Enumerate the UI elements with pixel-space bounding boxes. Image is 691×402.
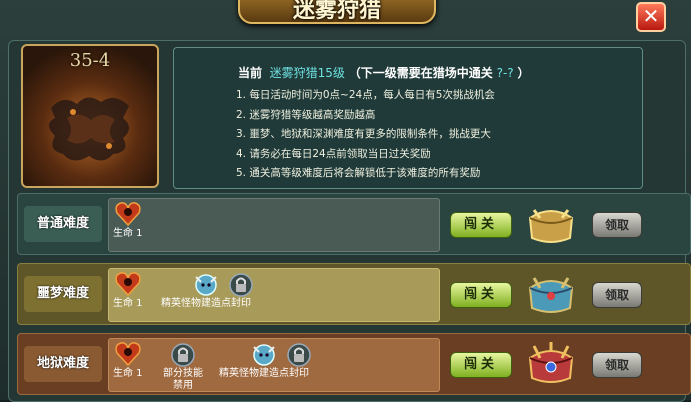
- rule-item: 1. 每日活动时间为0点~24点，每人每日有5次挑战机会: [236, 89, 495, 101]
- info-box: 当前 迷雾狩猎15级 （下一级需要在猎场中通关 ?-? ） 1. 每日活动时间为…: [173, 47, 643, 189]
- claim-button[interactable]: 领取: [592, 352, 642, 378]
- condition-item: [285, 341, 313, 368]
- rule-item: 2. 迷雾狩猎等级越高奖励越高: [236, 108, 376, 121]
- lock-icon: [229, 273, 253, 297]
- condition-item: 生命 1: [113, 271, 143, 310]
- condition-item: [227, 271, 255, 298]
- stage-thumbnail: 35-4: [21, 44, 159, 188]
- close-button[interactable]: ✕: [636, 2, 666, 32]
- close-icon: ✕: [642, 4, 660, 28]
- rule-item: 4. 请务必在每日24点前领取当日过关奖励: [236, 147, 431, 160]
- heart-demon-icon: [115, 202, 141, 227]
- current-mode: 迷雾狩猎15级: [269, 66, 345, 80]
- condition-area: 生命 1 部分技能禁用 精英怪物建造点封印: [108, 338, 440, 392]
- claim-button[interactable]: 领取: [592, 282, 642, 308]
- challenge-button[interactable]: 闯关: [450, 282, 512, 308]
- lock-icon: [287, 343, 311, 367]
- heart-demon-icon: [115, 272, 141, 297]
- title-banner: 迷雾狩猎: [238, 0, 436, 24]
- blue-chest-icon: [528, 277, 574, 313]
- current-label: 当前: [238, 66, 263, 80]
- rule-item: 3. 噩梦、地狱和深渊难度有更多的限制条件，挑战更大: [236, 128, 491, 140]
- stage-label: 35-4: [69, 50, 111, 71]
- condition-area: 生命 1 精英怪物建造点封印: [108, 268, 440, 322]
- current-level-line: 当前 迷雾狩猎15级 （下一级需要在猎场中通关 ?-? ）: [238, 64, 530, 81]
- difficulty-row-normal: 普通难度 生命 1 闯关 领取: [17, 193, 691, 255]
- condition-item: 部分技能禁用: [161, 341, 205, 392]
- game-window: 迷雾狩猎 ✕ 35-4 当前 迷雾狩猎15级 （下一级需要在猎场中通关 ?-? …: [0, 0, 691, 402]
- elite-monster-icon: [253, 344, 275, 366]
- rule-item: 5. 通关高等级难度后将会解锁低于该难度的所有奖励: [236, 167, 481, 179]
- difficulty-row-nightmare: 噩梦难度 生命 1 精英怪物建造点封印 闯关 领取: [17, 263, 691, 325]
- condition-area: 生命 1: [108, 198, 440, 252]
- requirement-target: ?-?: [496, 66, 514, 80]
- difficulty-row-hell: 地狱难度 生命 1 部分技能禁用 精英怪物建造点封印 闯关 领取: [17, 333, 691, 395]
- difficulty-name: 地狱难度: [24, 346, 102, 382]
- elite-monster-icon: [195, 274, 217, 296]
- main-panel: 35-4 当前 迷雾狩猎15级 （下一级需要在猎场中通关 ?-? ） 1. 每日…: [8, 40, 691, 402]
- challenge-button[interactable]: 闯关: [450, 212, 512, 238]
- stage-map-art: [49, 97, 129, 161]
- gold-chest-icon: [528, 209, 574, 243]
- lock-icon: [171, 343, 195, 367]
- challenge-button[interactable]: 闯关: [450, 352, 512, 378]
- condition-item: 生命 1: [113, 201, 143, 240]
- requirement-end: ）: [517, 66, 530, 80]
- condition-item: 生命 1: [113, 341, 143, 380]
- requirement-text: （下一级需要在猎场中通关: [348, 66, 493, 80]
- heart-demon-icon: [115, 342, 141, 367]
- claim-button[interactable]: 领取: [592, 212, 642, 238]
- window-title: 迷雾狩猎: [292, 0, 381, 23]
- difficulty-name: 噩梦难度: [24, 276, 102, 312]
- rules-list: 1. 每日活动时间为0点~24点，每人每日有5次挑战机会 2. 迷雾狩猎等级越高…: [236, 86, 495, 184]
- difficulty-name: 普通难度: [24, 206, 102, 242]
- red-chest-icon: [528, 342, 574, 383]
